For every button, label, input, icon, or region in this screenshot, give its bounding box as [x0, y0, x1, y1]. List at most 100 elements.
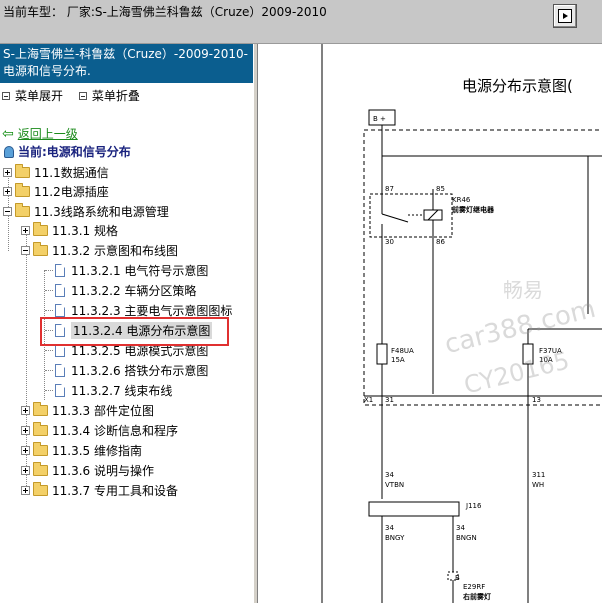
- wire2-number-label: 311: [532, 471, 545, 479]
- tree-item-11-3-6[interactable]: 11.3.6 说明与操作: [21, 461, 154, 479]
- forward-icon: [558, 9, 572, 23]
- fuse1-id-label: F48UA: [391, 347, 414, 355]
- folder-icon: [33, 441, 48, 456]
- document-icon: [55, 383, 65, 397]
- current-section: 当前:电源和信号分布: [4, 143, 131, 160]
- back-link[interactable]: ⇦ 返回上一级: [2, 125, 78, 142]
- tree-item-11-3-5[interactable]: 11.3.5 维修指南: [21, 441, 142, 459]
- tree-item-label: 11.3.3 部件定位图: [52, 403, 154, 418]
- tree-item-11-3-3[interactable]: 11.3.3 部件定位图: [21, 401, 154, 419]
- pin85-label: 85: [436, 185, 445, 193]
- tree-item-label: 11.3.2 示意图和布线图: [52, 243, 178, 258]
- tree-item-label: 11.3.2.3 主要电气示意图图标: [71, 303, 233, 318]
- selection-highlight: [40, 317, 229, 346]
- relay-name-label: 前雾灯继电器: [452, 205, 495, 214]
- collapse-toggle-icon[interactable]: [3, 206, 12, 216]
- x1-pin13-label: 13: [532, 396, 541, 404]
- back-arrow-icon: ⇦: [2, 125, 14, 142]
- tree-item-11-3-2-1[interactable]: 11.3.2.1 电气符号示意图: [55, 261, 208, 279]
- tree-item-label: 11.3.5 维修指南: [52, 443, 142, 458]
- j-right-color-label: BNGN: [456, 534, 477, 542]
- folder-icon: [33, 481, 48, 496]
- expand-toggle-icon[interactable]: [3, 167, 12, 177]
- current-section-label: 当前:电源和信号分布: [18, 145, 131, 159]
- fuse1-rating-label: 15A: [391, 356, 405, 364]
- bplus-label: B +: [373, 115, 386, 123]
- pin30-label: 30: [385, 238, 394, 246]
- folder-open-icon: [15, 202, 30, 217]
- j-right-number-label: 34: [456, 524, 465, 532]
- document-icon: [55, 363, 65, 377]
- watermark-brand: 畅易: [503, 278, 543, 302]
- tree-item-11-3-4[interactable]: 11.3.4 诊断信息和程序: [21, 421, 178, 439]
- x1-label: X1: [364, 396, 373, 404]
- tree-item-11-3[interactable]: 11.3线路系统和电源管理: [3, 202, 169, 220]
- expand-menu-label: 菜单展开: [15, 89, 64, 103]
- wire1-color-label: VTBN: [385, 481, 404, 489]
- tree-item-11-3-2-2[interactable]: 11.3.2.2 车辆分区策略: [55, 281, 196, 299]
- tree-item-label: 11.3.1 规格: [52, 223, 118, 238]
- connector-b-label: B: [455, 574, 460, 582]
- expand-toggle-icon[interactable]: [21, 225, 30, 235]
- tree-item-11-3-2[interactable]: 11.3.2 示意图和布线图: [21, 241, 178, 259]
- folder-icon: [15, 182, 30, 197]
- expand-toggle-icon[interactable]: [21, 425, 30, 435]
- pin87-label: 87: [385, 185, 394, 193]
- tree-item-label: 11.2电源插座: [34, 184, 109, 199]
- forward-button[interactable]: [553, 4, 577, 28]
- tree-item-label: 11.3.2.2 车辆分区策略: [71, 283, 197, 298]
- tree-item-11-3-2-7[interactable]: 11.3.2.7 线束布线: [55, 381, 172, 399]
- expand-toggle-icon[interactable]: [3, 186, 12, 196]
- tree-item-label: 11.3.2.1 电气符号示意图: [71, 263, 209, 278]
- folder-icon: [33, 401, 48, 416]
- folder-icon: [33, 461, 48, 476]
- wire1-number-label: 34: [385, 471, 394, 479]
- tree-item-label: 11.3线路系统和电源管理: [34, 204, 169, 219]
- collapse-toggle-icon[interactable]: [21, 245, 30, 255]
- wire2-color-label: WH: [532, 481, 544, 489]
- collapse-icon: [78, 91, 87, 100]
- tree-item-11-3-2-6[interactable]: 11.3.2.6 搭铁分布示意图: [55, 361, 208, 379]
- tree-item-label: 11.3.7 专用工具和设备: [52, 483, 178, 498]
- tree-item-label: 11.1数据通信: [34, 165, 109, 180]
- expand-icon: [2, 91, 10, 100]
- j116-label: J116: [465, 502, 482, 510]
- expand-toggle-icon[interactable]: [21, 485, 30, 495]
- document-icon: [55, 283, 65, 297]
- folder-icon: [33, 421, 48, 436]
- x1-pin31-label: 31: [385, 396, 394, 404]
- menu-controls: 菜单展开 菜单折叠: [0, 87, 150, 104]
- folder-icon: [15, 163, 30, 178]
- tree-item-label: 11.3.2.6 搭铁分布示意图: [71, 363, 209, 378]
- expand-toggle-icon[interactable]: [21, 465, 30, 475]
- manual-header: S-上海雪佛兰-科鲁兹（Cruze）-2009-2010- 电源和信号分布.: [0, 44, 253, 83]
- pin86-label: 86: [436, 238, 445, 246]
- vehicle-title: 当前车型： 厂家:S-上海雪佛兰科鲁兹（Cruze）2009-2010: [3, 5, 327, 19]
- expand-toggle-icon[interactable]: [21, 405, 30, 415]
- collapse-menu-label: 菜单折叠: [91, 89, 140, 103]
- expand-menu-button[interactable]: 菜单展开: [0, 87, 63, 104]
- folder-icon: [33, 221, 48, 236]
- back-link-label: 返回上一级: [17, 127, 78, 141]
- tree-item-11-2[interactable]: 11.2电源插座: [3, 182, 109, 200]
- wiring-diagram-panel: B + 87 85 KR46 前雾灯继电器 30 86 F48UA 15A F3…: [258, 44, 602, 603]
- e29rf-name-label: 右前雾灯: [462, 592, 491, 601]
- tree-item-11-3-7[interactable]: 11.3.7 专用工具和设备: [21, 481, 178, 499]
- diagram-title: 电源分布示意图(: [462, 77, 573, 95]
- tree-item-label: 11.3.6 说明与操作: [52, 463, 154, 478]
- document-icon: [55, 303, 65, 317]
- tree-item-label: 11.3.4 诊断信息和程序: [52, 423, 178, 438]
- document-icon: [55, 263, 65, 277]
- top-bar: 当前车型： 厂家:S-上海雪佛兰科鲁兹（Cruze）2009-2010: [0, 0, 602, 44]
- expand-toggle-icon[interactable]: [21, 445, 30, 455]
- collapse-menu-button[interactable]: 菜单折叠: [77, 87, 140, 104]
- tree-item-label: 11.3.2.7 线束布线: [71, 383, 173, 398]
- relay-id-label: KR46: [452, 196, 471, 204]
- location-icon: [4, 145, 14, 158]
- folder-open-icon: [33, 241, 48, 256]
- tree-item-11-3-1[interactable]: 11.3.1 规格: [21, 221, 118, 239]
- tree-item-11-1[interactable]: 11.1数据通信: [3, 163, 109, 181]
- j-left-number-label: 34: [385, 524, 394, 532]
- j-left-color-label: BNGY: [385, 534, 405, 542]
- e29rf-label: E29RF: [463, 583, 485, 591]
